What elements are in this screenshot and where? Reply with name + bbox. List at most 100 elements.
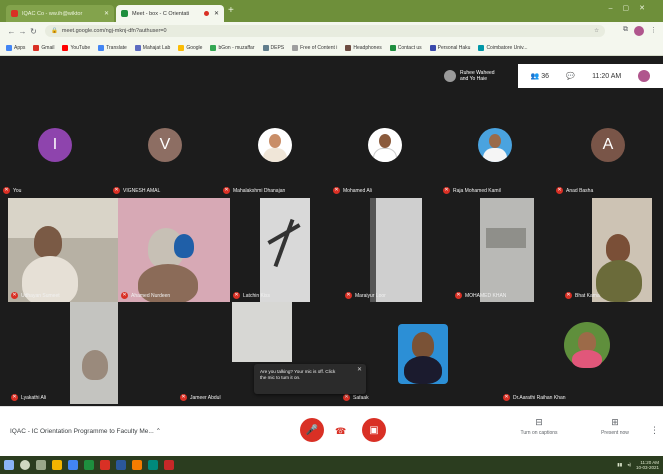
excel-icon[interactable] — [84, 460, 94, 470]
bookmark-item[interactable]: Apps — [6, 44, 25, 51]
participants-button[interactable]: 👥 36 — [531, 72, 549, 80]
participant-name-bar: ✕ MOHAMED KHAN — [455, 292, 506, 299]
participant-name: Mohamed Ali — [343, 187, 372, 194]
os-taskbar: ▮▮ ◂) 11:20 AM 10-03-2021 — [0, 456, 663, 474]
captions-label: Turn on captions — [520, 430, 558, 436]
tab-iqac[interactable]: IQAC Co - ww.ih@wiktor ✕ — [6, 5, 114, 22]
phone-icon: ☎ — [335, 426, 347, 436]
new-tab-button[interactable]: + — [228, 6, 234, 16]
bookmark-item[interactable]: Gmail — [33, 44, 54, 51]
back-icon[interactable]: ← — [6, 27, 17, 36]
participant-video[interactable]: ✕ Latchin Kiss — [230, 198, 342, 302]
gmail-icon — [33, 44, 40, 51]
participant-tile[interactable]: ✕ Mahalakshmi Dhanajan — [220, 112, 330, 197]
participant-name: Safaak — [353, 394, 369, 401]
participant-video[interactable]: ✕ Udhayan Sumeet — [8, 198, 118, 302]
participant-avatar: I — [38, 128, 72, 162]
youtube-icon — [62, 44, 69, 51]
participant-video[interactable]: ✕ Ahamed Nurdeen — [118, 198, 230, 302]
participant-video[interactable] — [232, 302, 292, 362]
mic-toggle-button[interactable]: 🎤 — [300, 418, 324, 442]
google-icon — [178, 44, 185, 51]
participant-tile[interactable]: ✕ Raja Mohamed Kamil — [440, 112, 550, 197]
bookmark-item[interactable]: Contact us — [389, 44, 422, 51]
reload-icon[interactable]: ↻ — [28, 27, 39, 36]
file-explorer-icon[interactable] — [52, 460, 62, 470]
participant-video[interactable]: ✕ Maraiyur Loor — [342, 198, 452, 302]
participant-avatar: V — [148, 128, 182, 162]
participant-name-bar: ✕ VIGNESH AMAL — [113, 187, 160, 194]
meeting-title-text: IQAC - IC Orientation Programme to Facul… — [10, 428, 154, 435]
app-icon[interactable] — [148, 460, 158, 470]
lock-icon: 🔒 — [51, 28, 58, 34]
app-icon[interactable] — [164, 460, 174, 470]
network-icon[interactable]: ▮▮ — [617, 462, 622, 468]
participant-video[interactable]: ✕ Bhat Kama — [562, 198, 663, 302]
participant-video[interactable]: ✕ MOHAMED KHAN — [452, 198, 562, 302]
bookmark-item[interactable]: DEPS — [262, 44, 284, 51]
bookmark-item[interactable]: Headphones — [345, 44, 382, 51]
captions-button[interactable]: ⊟ Turn on captions — [516, 417, 562, 436]
participant-name: Mahalakshmi Dhanajan — [233, 187, 286, 194]
address-bar[interactable]: 🔒 meet.google.com/ngj-mknj-dfn?authuser=… — [45, 25, 605, 37]
forward-icon[interactable]: → — [17, 27, 28, 36]
close-icon[interactable]: ✕ — [357, 367, 362, 373]
camera-off-icon: ▣ — [369, 424, 379, 436]
mic-off-icon: ✕ — [11, 394, 18, 401]
app-icon[interactable] — [132, 460, 142, 470]
menu-icon[interactable]: ⋮ — [650, 26, 657, 36]
participant-tile[interactable]: ✕ Mohamed Ali — [330, 112, 440, 197]
participant-name-bar: ✕ Latchin Kiss — [233, 292, 270, 299]
bookmark-item[interactable]: Google — [178, 44, 202, 51]
toolbar-actions: ⧉ ⋮ — [623, 26, 657, 36]
meet-favicon-icon — [121, 10, 128, 17]
bookmark-item[interactable]: YouTube — [62, 44, 90, 51]
bookmark-star-icon[interactable]: ☆ — [594, 28, 599, 34]
recording-dot-icon — [203, 11, 209, 16]
participant-tile[interactable]: I ✕ You — [0, 112, 110, 197]
participant-tile[interactable]: ✕ Dr.Aarathi Raihan Khan — [500, 302, 663, 404]
hang-up-button[interactable]: ☎ — [335, 426, 346, 437]
presenter-avatar — [444, 70, 456, 82]
close-tab-icon[interactable]: ✕ — [214, 10, 219, 17]
bookmark-item[interactable]: Coimbatore Univ... — [478, 44, 527, 51]
volume-icon[interactable]: ◂) — [627, 462, 631, 468]
meet-control-bar: IQAC - IC Orientation Programme to Facul… — [0, 406, 663, 456]
participant-name: Jameer Abdul — [190, 394, 221, 401]
bookmark-item[interactable]: Personal Haku — [429, 44, 470, 51]
page-icon — [389, 44, 396, 51]
mic-off-icon: ✕ — [113, 187, 120, 194]
camera-toggle-button[interactable]: ▣ — [362, 418, 386, 442]
profile-avatar[interactable] — [634, 26, 644, 36]
bookmark-item[interactable]: Translate — [98, 44, 127, 51]
more-options-icon[interactable]: ⋮ — [650, 425, 659, 436]
participant-tile[interactable]: ✕ Jameer Abdul — [120, 302, 232, 404]
chat-icon[interactable]: 💬 — [566, 72, 575, 80]
participant-tile[interactable]: A ✕ Anad Basha — [553, 112, 663, 197]
tab-meet[interactable]: Meet - box - C Orientati ✕ — [116, 5, 224, 22]
search-icon[interactable] — [20, 460, 30, 470]
mic-off-icon: ✕ — [343, 394, 350, 401]
window-controls[interactable]: –▢✕ — [609, 4, 655, 12]
url-text: meet.google.com/ngj-mknj-dfn?authuser=0 — [61, 28, 167, 34]
word-icon[interactable] — [116, 460, 126, 470]
user-avatar[interactable] — [638, 70, 651, 82]
start-icon[interactable] — [4, 460, 14, 470]
task-view-icon[interactable] — [36, 460, 46, 470]
bookmarks-bar: Apps Gmail YouTube Translate Mahajat Lab… — [0, 40, 663, 56]
close-tab-icon[interactable]: ✕ — [104, 10, 109, 17]
meeting-title[interactable]: IQAC - IC Orientation Programme to Facul… — [10, 427, 161, 435]
bookmark-item[interactable]: bGon - muzaffar — [210, 44, 255, 51]
bookmark-item[interactable]: Free of Content i — [292, 44, 337, 51]
participant-name: VIGNESH AMAL — [123, 187, 161, 194]
present-now-button[interactable]: ⊞ Present now — [592, 417, 638, 436]
edge-icon[interactable] — [68, 460, 78, 470]
clock[interactable]: 11:20 AM 10-03-2021 — [636, 460, 659, 470]
participant-video[interactable]: ✕ Lyakathi Ali — [8, 302, 120, 404]
bookmark-item[interactable]: Mahajat Lab — [134, 44, 170, 51]
extensions-icon[interactable]: ⧉ — [623, 26, 628, 36]
participant-tile[interactable]: V ✕ VIGNESH AMAL — [110, 112, 220, 197]
participant-name-bar: ✕ Ahamed Nurdeen — [121, 292, 170, 299]
presenter-label: Ruhee Waheed and Yo Haie — [460, 70, 495, 82]
chrome-icon[interactable] — [100, 460, 110, 470]
